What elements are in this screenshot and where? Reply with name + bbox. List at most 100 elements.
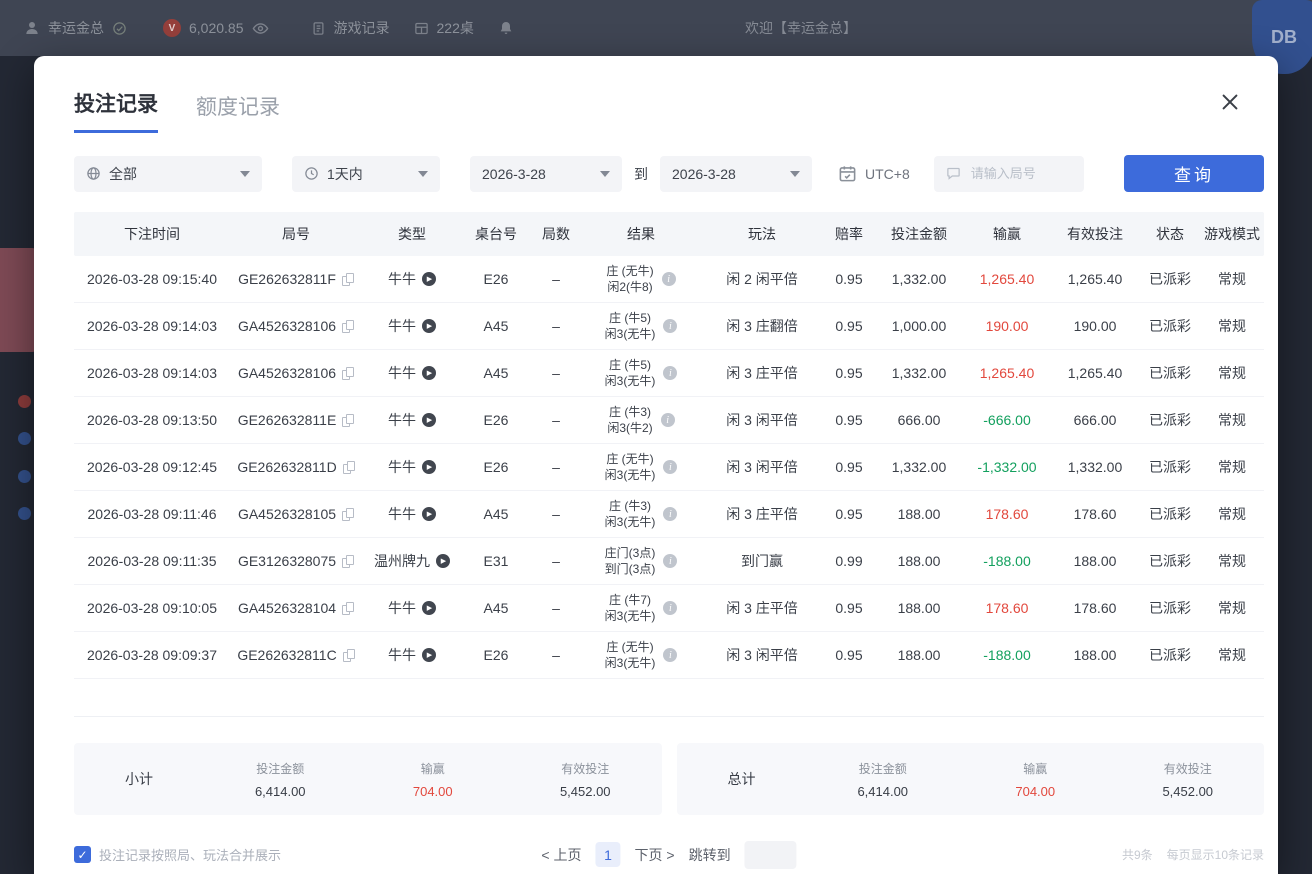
filter-bar: 全部 1天内 2026-3-28 到 2026-3-28	[74, 155, 1264, 192]
round-number-input[interactable]	[969, 165, 1072, 182]
coin-icon: V	[163, 19, 181, 37]
globe-icon	[86, 166, 101, 181]
play-icon[interactable]: ▶	[422, 648, 436, 662]
subtotal-bet-label: 投注金额	[204, 760, 357, 777]
play-icon[interactable]: ▶	[422, 413, 436, 427]
jump-page-input[interactable]	[745, 841, 797, 869]
info-icon[interactable]: i	[663, 319, 677, 333]
total-label: 总计	[677, 769, 807, 789]
user-icon	[24, 20, 40, 36]
cell-odds: 0.99	[824, 553, 874, 569]
date-from-picker[interactable]: 2026-3-28	[470, 156, 622, 192]
cell-bet-time: 2026-03-28 09:11:46	[74, 506, 230, 522]
copy-icon[interactable]	[342, 273, 354, 286]
current-page-button[interactable]: 1	[596, 842, 621, 867]
timezone-control[interactable]: UTC+8	[838, 164, 910, 183]
cell-bet-amount: 188.00	[874, 600, 964, 616]
cell-odds: 0.95	[824, 647, 874, 663]
cell-status: 已派彩	[1140, 457, 1200, 477]
eye-icon[interactable]	[252, 20, 269, 37]
topbar: 幸运金总 V 6,020.85 游戏记录	[0, 0, 1312, 56]
info-icon[interactable]: i	[663, 648, 677, 662]
next-page-button[interactable]: 下页 >	[635, 845, 675, 865]
tables-nav[interactable]: 222桌	[414, 18, 474, 38]
info-icon[interactable]: i	[663, 601, 677, 615]
subtotal-bet-value: 6,414.00	[204, 784, 357, 799]
background-icon	[18, 432, 31, 445]
play-icon[interactable]: ▶	[422, 460, 436, 474]
info-icon[interactable]: i	[662, 272, 676, 286]
copy-icon[interactable]	[342, 320, 354, 333]
info-icon[interactable]: i	[663, 460, 677, 474]
cell-result: 庄 (牛3)闲3(牛2)i	[582, 404, 700, 436]
tab-bet-records[interactable]: 投注记录	[74, 88, 158, 133]
welcome-text: 欢迎【幸运金总】	[745, 18, 857, 38]
cell-round-id: GE262632811F	[230, 271, 362, 287]
copy-icon[interactable]	[343, 649, 355, 662]
date-to-picker[interactable]: 2026-3-28	[660, 156, 812, 192]
result-line-1: 庄 (牛5)	[605, 357, 656, 373]
check-circle-icon	[112, 21, 127, 36]
copy-icon[interactable]	[342, 367, 354, 380]
cell-play-type: 闲 3 闲平倍	[700, 645, 824, 665]
cell-result: 庄 (无牛)闲2(牛8)i	[582, 263, 700, 295]
copy-icon[interactable]	[342, 555, 354, 568]
cell-win-loss: -188.00	[964, 553, 1050, 569]
cell-bet-amount: 666.00	[874, 412, 964, 428]
column-header: 下注时间	[74, 224, 230, 244]
result-line-1: 庄 (牛7)	[605, 592, 656, 608]
merge-checkbox[interactable]: ✓	[74, 846, 91, 863]
time-range-dropdown[interactable]: 1天内	[292, 156, 440, 192]
play-icon[interactable]: ▶	[436, 554, 450, 568]
cell-round-count: –	[530, 600, 582, 616]
column-header: 结果	[582, 224, 700, 244]
total-bet-value: 6,414.00	[807, 784, 960, 799]
cell-status: 已派彩	[1140, 598, 1200, 618]
search-button[interactable]: 查询	[1124, 155, 1264, 192]
close-icon[interactable]	[1218, 90, 1242, 114]
user-menu[interactable]: 幸运金总	[24, 18, 127, 38]
cell-round-id: GA4526328105	[230, 506, 362, 522]
play-icon[interactable]: ▶	[422, 507, 436, 521]
copy-icon[interactable]	[343, 461, 355, 474]
scope-dropdown[interactable]: 全部	[74, 156, 262, 192]
info-icon[interactable]: i	[663, 507, 677, 521]
table-row: 2026-03-28 09:14:03GA4526328106牛牛▶A45–庄 …	[74, 303, 1264, 350]
cell-result: 庄 (牛5)闲3(无牛)i	[582, 357, 700, 389]
cell-game-mode: 常规	[1200, 363, 1264, 383]
chevron-down-icon	[240, 171, 250, 177]
scope-value: 全部	[109, 164, 137, 184]
result-line-1: 庄 (无牛)	[605, 639, 656, 655]
cell-odds: 0.95	[824, 318, 874, 334]
cell-game-mode: 常规	[1200, 410, 1264, 430]
cell-valid-bet: 188.00	[1050, 647, 1140, 663]
play-icon[interactable]: ▶	[422, 601, 436, 615]
game-records-nav[interactable]: 游戏记录	[311, 18, 390, 38]
info-icon[interactable]: i	[663, 366, 677, 380]
info-icon[interactable]: i	[663, 554, 677, 568]
cell-bet-time: 2026-03-28 09:10:05	[74, 600, 230, 616]
calendar-icon	[838, 164, 857, 183]
copy-icon[interactable]	[342, 414, 354, 427]
play-icon[interactable]: ▶	[422, 366, 436, 380]
column-header: 局号	[230, 224, 362, 244]
notifications-button[interactable]	[498, 20, 514, 36]
copy-icon[interactable]	[342, 602, 354, 615]
tab-quota-records[interactable]: 额度记录	[196, 91, 280, 133]
username: 幸运金总	[48, 18, 104, 38]
bet-records-modal: 投注记录 额度记录 全部 1天内 2026-3-28	[34, 56, 1278, 874]
cell-odds: 0.95	[824, 600, 874, 616]
copy-icon[interactable]	[342, 508, 354, 521]
column-header: 类型	[362, 224, 462, 244]
cell-valid-bet: 188.00	[1050, 553, 1140, 569]
table-body: 2026-03-28 09:15:40GE262632811F牛牛▶E26–庄 …	[74, 256, 1264, 679]
play-icon[interactable]: ▶	[422, 319, 436, 333]
subtotal-label: 小计	[74, 769, 204, 789]
info-icon[interactable]: i	[661, 413, 675, 427]
cell-round-count: –	[530, 365, 582, 381]
play-icon[interactable]: ▶	[422, 272, 436, 286]
cell-round-id: GE262632811E	[230, 412, 362, 428]
table-row: 2026-03-28 09:15:40GE262632811F牛牛▶E26–庄 …	[74, 256, 1264, 303]
modal-tabs: 投注记录 额度记录	[74, 56, 1264, 133]
prev-page-button[interactable]: < 上页	[541, 845, 581, 865]
